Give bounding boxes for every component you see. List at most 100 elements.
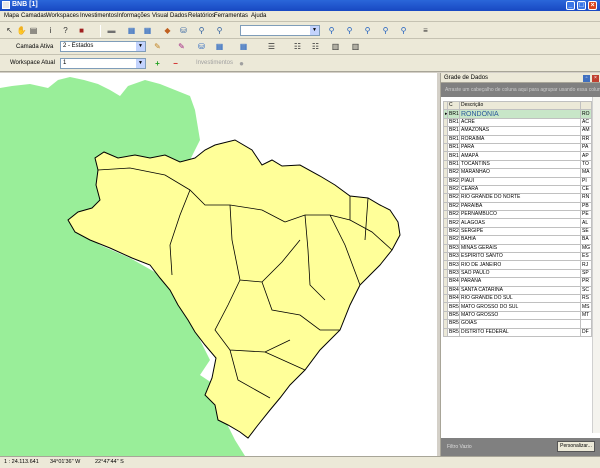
code-cell[interactable]: BR2 [447, 235, 460, 245]
row-indicator[interactable]: ▸ [443, 109, 448, 119]
data-grid[interactable]: C Descrição ▸ BR1 RONDÔNIA RO BR1 ACRE AC BR1 AM… [443, 100, 592, 337]
table-row[interactable]: BR2 PERNAMBUCO PE [443, 210, 592, 220]
table-icon[interactable]: ▦ [126, 25, 137, 36]
code-cell[interactable]: BR3 [447, 268, 460, 279]
sigla-cell[interactable]: AM [580, 126, 592, 136]
search-combo[interactable]: ▼ [240, 25, 320, 36]
sigla-cell[interactable]: AC [580, 117, 592, 128]
sigla-cell[interactable]: AL [580, 218, 592, 228]
table-row[interactable]: BR4 PARANÁ PR [443, 277, 592, 287]
code-cell[interactable]: BR2 [447, 176, 460, 186]
zoom-extent-icon[interactable]: ⚲ [398, 25, 409, 36]
descricao-cell[interactable]: RORAIMA [459, 134, 581, 144]
descricao-cell[interactable]: PERNAMBUCO [459, 210, 581, 220]
workspace-select[interactable]: 1 ▼ [60, 58, 146, 69]
panel-dock-button[interactable]: ▫ [583, 75, 590, 82]
table-row[interactable]: BR2 SERGIPE SE [443, 226, 592, 237]
binoculars-icon[interactable]: ⚲ [196, 25, 207, 36]
map-layer-icon[interactable]: ▦ [238, 41, 249, 52]
descricao-cell[interactable]: SÃO PAULO [459, 268, 581, 279]
descricao-cell[interactable]: PARAÍBA [459, 201, 581, 212]
sigla-cell[interactable]: PI [580, 176, 592, 186]
column-header-sigla[interactable] [580, 100, 592, 111]
sigla-cell[interactable]: RN [580, 193, 592, 203]
sigla-cell[interactable]: MG [580, 243, 592, 254]
columns-icon[interactable]: ☷ [310, 41, 321, 52]
sigla-cell[interactable]: SP [580, 268, 592, 279]
table-row[interactable]: BR5 GOIÁS [443, 319, 592, 329]
sigla-cell[interactable]: CE [580, 184, 592, 195]
sigla-cell[interactable]: PE [580, 210, 592, 220]
sigla-cell[interactable]: PA [580, 142, 592, 153]
descricao-cell[interactable]: AMAZONAS [459, 126, 581, 136]
menu-camadas[interactable]: Camadas [21, 13, 47, 19]
investimentos-icon[interactable]: ● [236, 58, 247, 69]
menu-ajuda[interactable]: Ajuda [251, 13, 266, 19]
menu-dados[interactable]: Dados [170, 13, 187, 19]
sigla-cell[interactable]: DF [580, 327, 592, 337]
sigla-cell[interactable]: RS [580, 293, 592, 304]
menu-visual[interactable]: Visual [152, 13, 168, 19]
zoom-in-icon[interactable]: ⚲ [362, 25, 373, 36]
descricao-cell[interactable]: MATO GROSSO DO SUL [459, 302, 581, 312]
remove-workspace-icon[interactable]: − [170, 58, 181, 69]
pan-hand-icon[interactable]: ✋ [16, 25, 27, 36]
menu-investimentos[interactable]: Investimentos [80, 13, 117, 19]
sigla-cell[interactable]: RO [580, 109, 592, 119]
minimize-button[interactable]: _ [566, 1, 575, 10]
table-row[interactable]: BR5 MATO GROSSO DO SUL MS [443, 302, 592, 312]
grid-icon[interactable]: ▦ [142, 25, 153, 36]
code-cell[interactable]: BR3 [447, 252, 460, 262]
code-cell[interactable]: BR1 [447, 126, 460, 136]
descricao-cell[interactable]: TOCANTINS [459, 159, 581, 170]
code-cell[interactable]: BR5 [447, 319, 460, 329]
legend-icon[interactable]: ☰ [266, 41, 277, 52]
table-row[interactable]: BR2 RIO GRANDE DO NORTE RN [443, 193, 592, 203]
sigla-cell[interactable]: MS [580, 302, 592, 312]
group-by-area[interactable]: Arraste um cabeçalho de coluna aqui para… [441, 83, 600, 97]
layers-icon[interactable]: ◆ [162, 25, 173, 36]
zoom-out-icon[interactable]: ⚲ [380, 25, 391, 36]
sigla-cell[interactable]: TO [580, 159, 592, 170]
column-header-descricao[interactable]: Descrição [459, 100, 581, 111]
list-icon[interactable]: ☷ [292, 41, 303, 52]
code-cell[interactable]: BR2 [447, 226, 460, 237]
descricao-cell[interactable]: BAHIA [459, 235, 581, 245]
column-header-code[interactable]: C [447, 100, 460, 111]
sigla-cell[interactable]: PB [580, 201, 592, 212]
sigla-cell[interactable]: PR [580, 277, 592, 287]
descricao-cell[interactable]: RONDÔNIA [459, 109, 581, 119]
panel-close-button[interactable]: × [592, 75, 599, 82]
brazil-map[interactable] [0, 73, 437, 456]
table-row[interactable]: BR2 PIAUÍ PI [443, 176, 592, 186]
descricao-cell[interactable]: GOIÁS [459, 319, 581, 329]
pointer-icon[interactable]: ↖ [4, 25, 15, 36]
table-row[interactable]: BR1 AMAZONAS AM [443, 126, 592, 136]
chart-icon[interactable]: ▥ [330, 41, 341, 52]
sigla-cell[interactable]: RJ [580, 260, 592, 270]
code-cell[interactable]: BR4 [447, 293, 460, 304]
add-workspace-icon[interactable]: + [152, 58, 163, 69]
descricao-cell[interactable]: RIO GRANDE DO SUL [459, 293, 581, 304]
menu-mapa[interactable]: Mapa [4, 13, 19, 19]
table-row[interactable]: BR5 MATO GROSSO MT [443, 310, 592, 321]
find-icon[interactable]: ⚲ [214, 25, 225, 36]
info-icon[interactable]: i [45, 25, 56, 36]
sigla-cell[interactable]: MT [580, 310, 592, 321]
table-row[interactable]: BR3 MINAS GERAIS MG [443, 243, 592, 254]
descricao-cell[interactable]: MARANHÃO [459, 168, 581, 178]
options-icon[interactable]: ≡ [420, 25, 431, 36]
table-row[interactable]: BR4 SANTA CATARINA SC [443, 285, 592, 296]
table-row[interactable]: BR2 ALAGOAS AL [443, 218, 592, 228]
table-row[interactable]: BR3 ESPÍRITO SANTO ES [443, 252, 592, 262]
code-cell[interactable]: BR5 [447, 310, 460, 321]
descricao-cell[interactable]: SANTA CATARINA [459, 285, 581, 296]
code-cell[interactable]: BR1 [447, 134, 460, 144]
descricao-cell[interactable]: MATO GROSSO [459, 310, 581, 321]
style-icon[interactable]: ✎ [176, 41, 187, 52]
code-cell[interactable]: BR2 [447, 218, 460, 228]
table-row[interactable]: BR2 BAHIA BA [443, 235, 592, 245]
layer-db-icon[interactable]: ⛁ [196, 41, 207, 52]
table-row[interactable]: BR1 TOCANTINS TO [443, 159, 592, 170]
zoom-icon[interactable]: ⚲ [344, 25, 355, 36]
